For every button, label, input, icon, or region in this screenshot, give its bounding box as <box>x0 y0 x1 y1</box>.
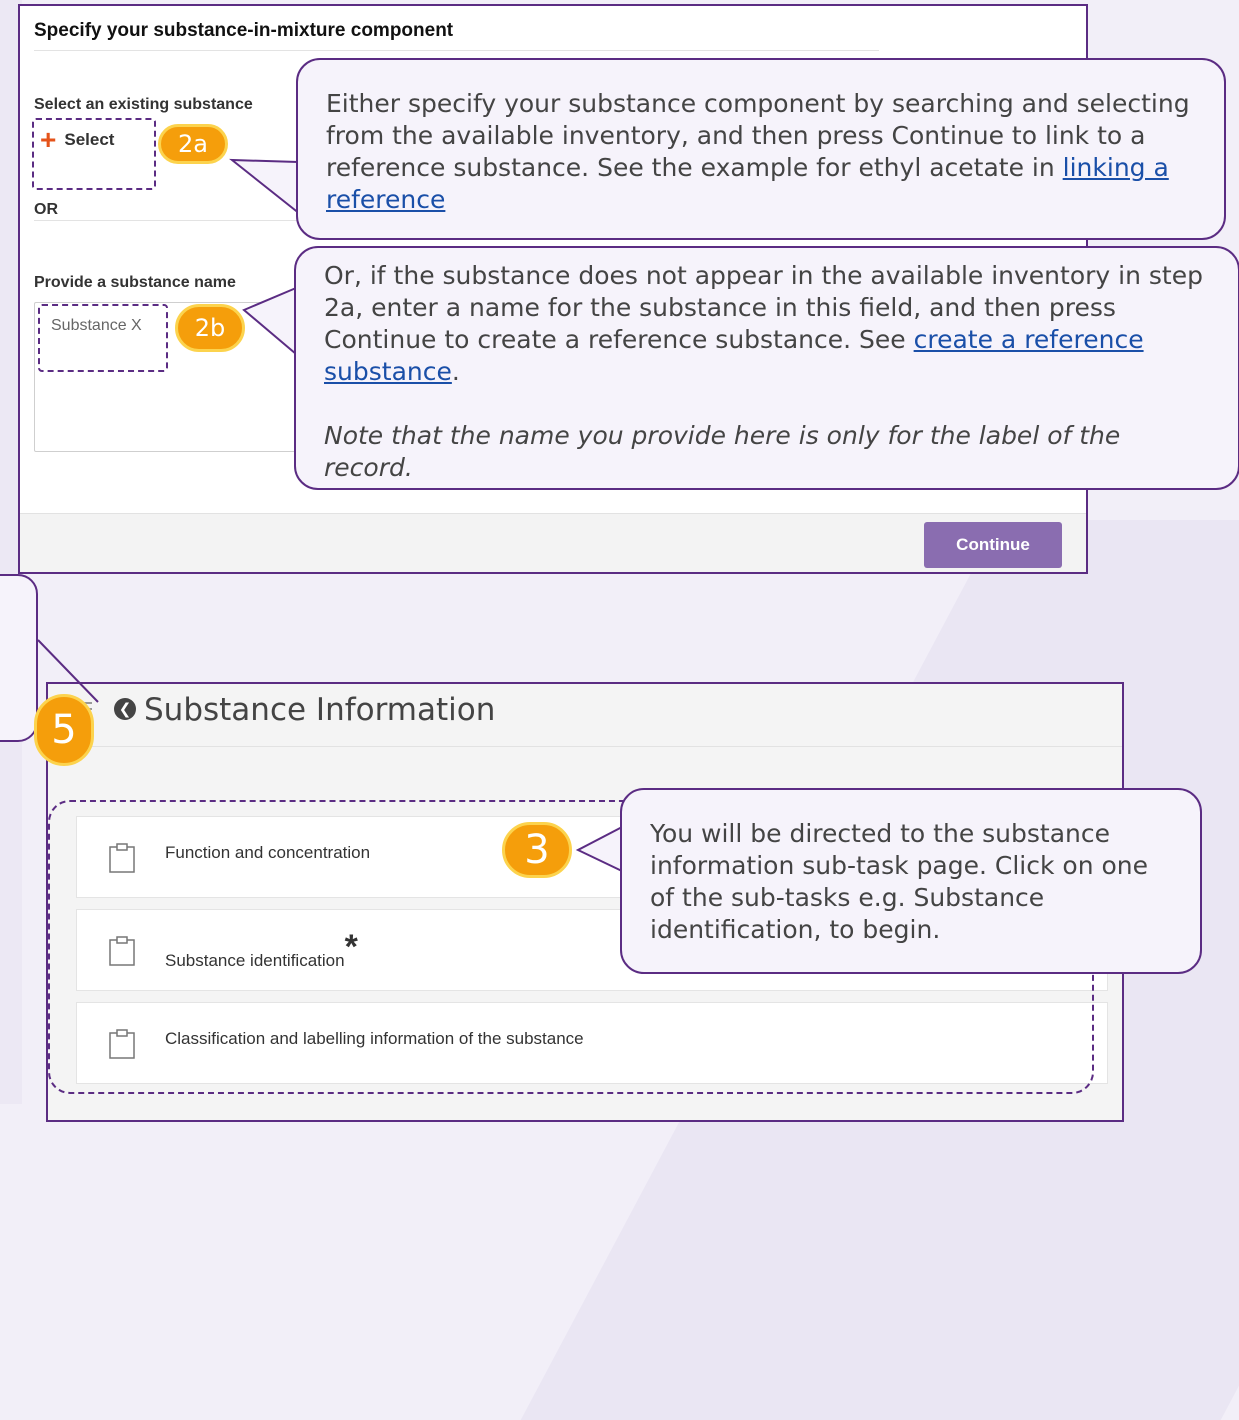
callout-2b-end: . <box>451 357 460 386</box>
step-badge-2b: 2b <box>175 304 245 352</box>
callout-2a: Either specify your substance component … <box>296 58 1226 240</box>
callout-2b-note: Note that the name you provide here is o… <box>324 421 1121 482</box>
callout-3: You will be directed to the substance in… <box>620 788 1202 974</box>
step-badge-5: 5 <box>34 694 94 766</box>
step-badge-3: 3 <box>502 822 572 878</box>
callout-2a-text: Either specify your substance component … <box>326 89 1190 182</box>
step-badge-2a: 2a <box>158 124 228 164</box>
callout-3-text: You will be directed to the substance in… <box>650 819 1149 944</box>
callout-2b: Or, if the substance does not appear in … <box>294 246 1239 490</box>
